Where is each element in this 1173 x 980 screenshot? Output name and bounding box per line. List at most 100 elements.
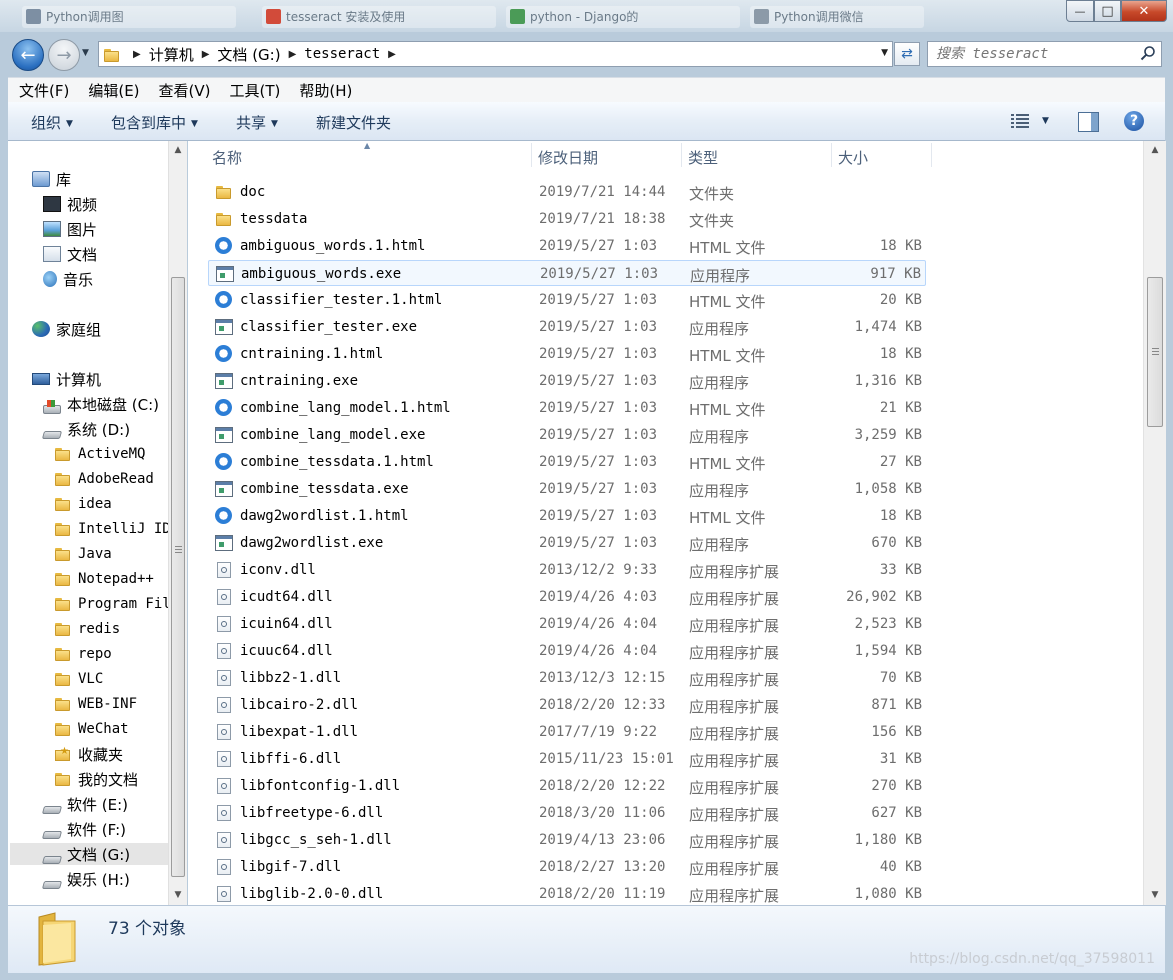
column-date-modified[interactable]: 修改日期 — [538, 147, 598, 168]
column-size[interactable]: 大小 — [838, 147, 868, 168]
menu-view[interactable]: 查看(V) — [148, 80, 219, 101]
breadcrumb-computer[interactable]: 计算机 — [149, 44, 194, 65]
file-row[interactable]: combine_lang_model.exe 2019/5/27 1:03 应用程序… — [208, 422, 926, 448]
view-dropdown[interactable]: ▼ — [1042, 116, 1049, 126]
file-row[interactable]: iconv.dll 2013/12/2 9:33 应用程序扩展 33 KB — [208, 557, 926, 583]
nav-drive-d[interactable]: 系统 (D:) — [41, 418, 130, 440]
nav-folder[interactable]: Program Fil — [54, 593, 168, 615]
search-input[interactable] — [934, 44, 1133, 64]
file-row[interactable]: icuin64.dll 2019/4/26 4:04 应用程序扩展 2,523 KB — [208, 611, 926, 637]
file-row[interactable]: combine_tessdata.1.html 2019/5/27 1:03 HTM… — [208, 449, 926, 475]
file-size: 31 KB — [879, 751, 922, 767]
history-dropdown[interactable]: ▼ — [82, 48, 89, 58]
menu-tools[interactable]: 工具(T) — [219, 80, 289, 101]
include-in-library-button[interactable]: 包含到库中 ▼ — [111, 112, 198, 133]
breadcrumb-drive[interactable]: 文档 (G:) — [217, 44, 280, 65]
nav-folder[interactable]: WeChat — [54, 718, 129, 740]
scroll-down-arrow[interactable]: ▼ — [1144, 887, 1166, 904]
nav-folder[interactable]: IntelliJ ID — [54, 518, 168, 540]
file-row[interactable]: icudt64.dll 2019/4/26 4:03 应用程序扩展 26,902 KB — [208, 584, 926, 610]
nav-folder[interactable]: Java — [54, 543, 112, 565]
breadcrumb-folder[interactable]: tesseract — [304, 46, 380, 62]
nav-my-documents[interactable]: 我的文档 — [54, 768, 138, 790]
view-options-icon[interactable] — [1011, 113, 1029, 129]
menu-file[interactable]: 文件(F) — [8, 80, 77, 101]
scrollbar-thumb[interactable] — [171, 277, 185, 877]
minimize-button[interactable]: — — [1066, 0, 1094, 22]
address-dropdown[interactable]: ▼ — [881, 48, 888, 58]
scroll-down-arrow[interactable]: ▼ — [169, 887, 187, 904]
file-row[interactable]: libglib-2.0-0.dll 2018/2/20 11:19 应用程序扩展 1,… — [208, 881, 926, 905]
nav-folder[interactable]: idea — [54, 493, 112, 515]
file-row[interactable]: tessdata 2019/7/21 18:38 文件夹 — [208, 206, 926, 232]
nav-drive-c[interactable]: 本地磁盘 (C:) — [43, 393, 159, 415]
file-row[interactable]: ambiguous_words.1.html 2019/5/27 1:03 HTML… — [208, 233, 926, 259]
file-row[interactable]: libcairo-2.dll 2018/2/20 12:33 应用程序扩展 871 K… — [208, 692, 926, 718]
file-row[interactable]: libbz2-1.dll 2013/12/3 12:15 应用程序扩展 70 KB — [208, 665, 926, 691]
file-row[interactable]: libfontconfig-1.dll 2018/2/20 12:22 应用程序扩展… — [208, 773, 926, 799]
nav-pictures[interactable]: 图片 — [43, 218, 97, 240]
file-row[interactable]: classifier_tester.exe 2019/5/27 1:03 应用程序 1… — [208, 314, 926, 340]
nav-folder[interactable]: VLC — [54, 668, 103, 690]
nav-favorites[interactable]: 收藏夹 — [54, 743, 123, 765]
nav-folder[interactable]: redis — [54, 618, 120, 640]
chevron-right-icon[interactable]: ▶ — [388, 49, 396, 60]
forward-button[interactable]: → — [48, 39, 80, 71]
help-button[interactable]: ? — [1124, 111, 1144, 131]
nav-documents[interactable]: 文档 — [43, 243, 97, 265]
close-button[interactable]: ✕ — [1121, 0, 1167, 22]
file-row[interactable]: combine_tessdata.exe 2019/5/27 1:03 应用程序 1,… — [208, 476, 926, 502]
new-folder-button[interactable]: 新建文件夹 — [316, 112, 391, 133]
file-row[interactable]: libexpat-1.dll 2017/7/19 9:22 应用程序扩展 156 KB — [208, 719, 926, 745]
menu-help[interactable]: 帮助(H) — [288, 80, 360, 101]
file-row[interactable]: cntraining.1.html 2019/5/27 1:03 HTML 文件 18… — [208, 341, 926, 367]
chevron-right-icon[interactable]: ▶ — [202, 49, 210, 60]
file-row[interactable]: libffi-6.dll 2015/11/23 15:01 应用程序扩展 31 KB — [208, 746, 926, 772]
nav-homegroup[interactable]: 家庭组 — [32, 318, 101, 340]
address-bar[interactable]: ▶ 计算机 ▶ 文档 (G:) ▶ tesseract ▶ ▼ — [98, 41, 893, 67]
nav-folder[interactable]: repo — [54, 643, 112, 665]
chevron-right-icon[interactable]: ▶ — [133, 49, 141, 60]
chevron-right-icon[interactable]: ▶ — [289, 49, 297, 60]
nav-drive-h[interactable]: 娱乐 (H:) — [41, 868, 130, 890]
column-type[interactable]: 类型 — [688, 147, 718, 168]
organize-button[interactable]: 组织 ▼ — [31, 112, 73, 133]
file-row[interactable]: libgcc_s_seh-1.dll 2019/4/13 23:06 应用程序扩展 1… — [208, 827, 926, 853]
preview-pane-button[interactable] — [1078, 112, 1099, 132]
file-row[interactable]: doc 2019/7/21 14:44 文件夹 — [208, 179, 926, 205]
refresh-button[interactable]: ⇄ — [894, 42, 920, 66]
menu-edit[interactable]: 编辑(E) — [77, 80, 147, 101]
file-list-scrollbar[interactable]: ▲ ▼ — [1143, 141, 1166, 905]
scrollbar-thumb[interactable] — [1147, 277, 1163, 427]
nav-music[interactable]: 音乐 — [43, 268, 93, 290]
nav-drive-f[interactable]: 软件 (F:) — [41, 818, 126, 840]
nav-drive-e[interactable]: 软件 (E:) — [41, 793, 128, 815]
file-row[interactable]: combine_lang_model.1.html 2019/5/27 1:03 H… — [208, 395, 926, 421]
nav-drive-g[interactable]: 文档 (G:) — [10, 843, 168, 865]
file-row[interactable]: icuuc64.dll 2019/4/26 4:04 应用程序扩展 1,594 KB — [208, 638, 926, 664]
file-row[interactable]: classifier_tester.1.html 2019/5/27 1:03 HT… — [208, 287, 926, 313]
file-row[interactable]: libgif-7.dll 2018/2/27 13:20 应用程序扩展 40 KB — [208, 854, 926, 880]
back-button[interactable]: ← — [12, 39, 44, 71]
search-icon[interactable] — [1140, 45, 1156, 61]
share-button[interactable]: 共享 ▼ — [236, 112, 278, 133]
html-file-icon — [215, 507, 232, 524]
file-row[interactable]: ambiguous_words.exe 2019/5/27 1:03 应用程序 917… — [208, 260, 926, 286]
file-row[interactable]: cntraining.exe 2019/5/27 1:03 应用程序 1,316 KB — [208, 368, 926, 394]
nav-libraries[interactable]: 库 — [32, 168, 71, 190]
nav-folder[interactable]: ActiveMQ — [54, 443, 145, 465]
nav-folder[interactable]: AdobeRead — [54, 468, 154, 490]
nav-folder[interactable]: WEB-INF — [54, 693, 137, 715]
maximize-button[interactable]: □ — [1094, 0, 1121, 22]
file-type: 应用程序 — [689, 482, 750, 500]
scroll-up-arrow[interactable]: ▲ — [1144, 142, 1166, 159]
file-row[interactable]: dawg2wordlist.1.html 2019/5/27 1:03 HTML 文… — [208, 503, 926, 529]
nav-computer[interactable]: 计算机 — [32, 368, 101, 390]
nav-videos[interactable]: 视频 — [43, 193, 97, 215]
file-row[interactable]: libfreetype-6.dll 2018/3/20 11:06 应用程序扩展 62… — [208, 800, 926, 826]
file-row[interactable]: dawg2wordlist.exe 2019/5/27 1:03 应用程序 670 K… — [208, 530, 926, 556]
scroll-up-arrow[interactable]: ▲ — [169, 142, 187, 159]
nav-folder[interactable]: Notepad++ — [54, 568, 154, 590]
column-name[interactable]: 名称 — [212, 147, 242, 168]
nav-scrollbar[interactable]: ▲ ▼ — [168, 141, 187, 905]
